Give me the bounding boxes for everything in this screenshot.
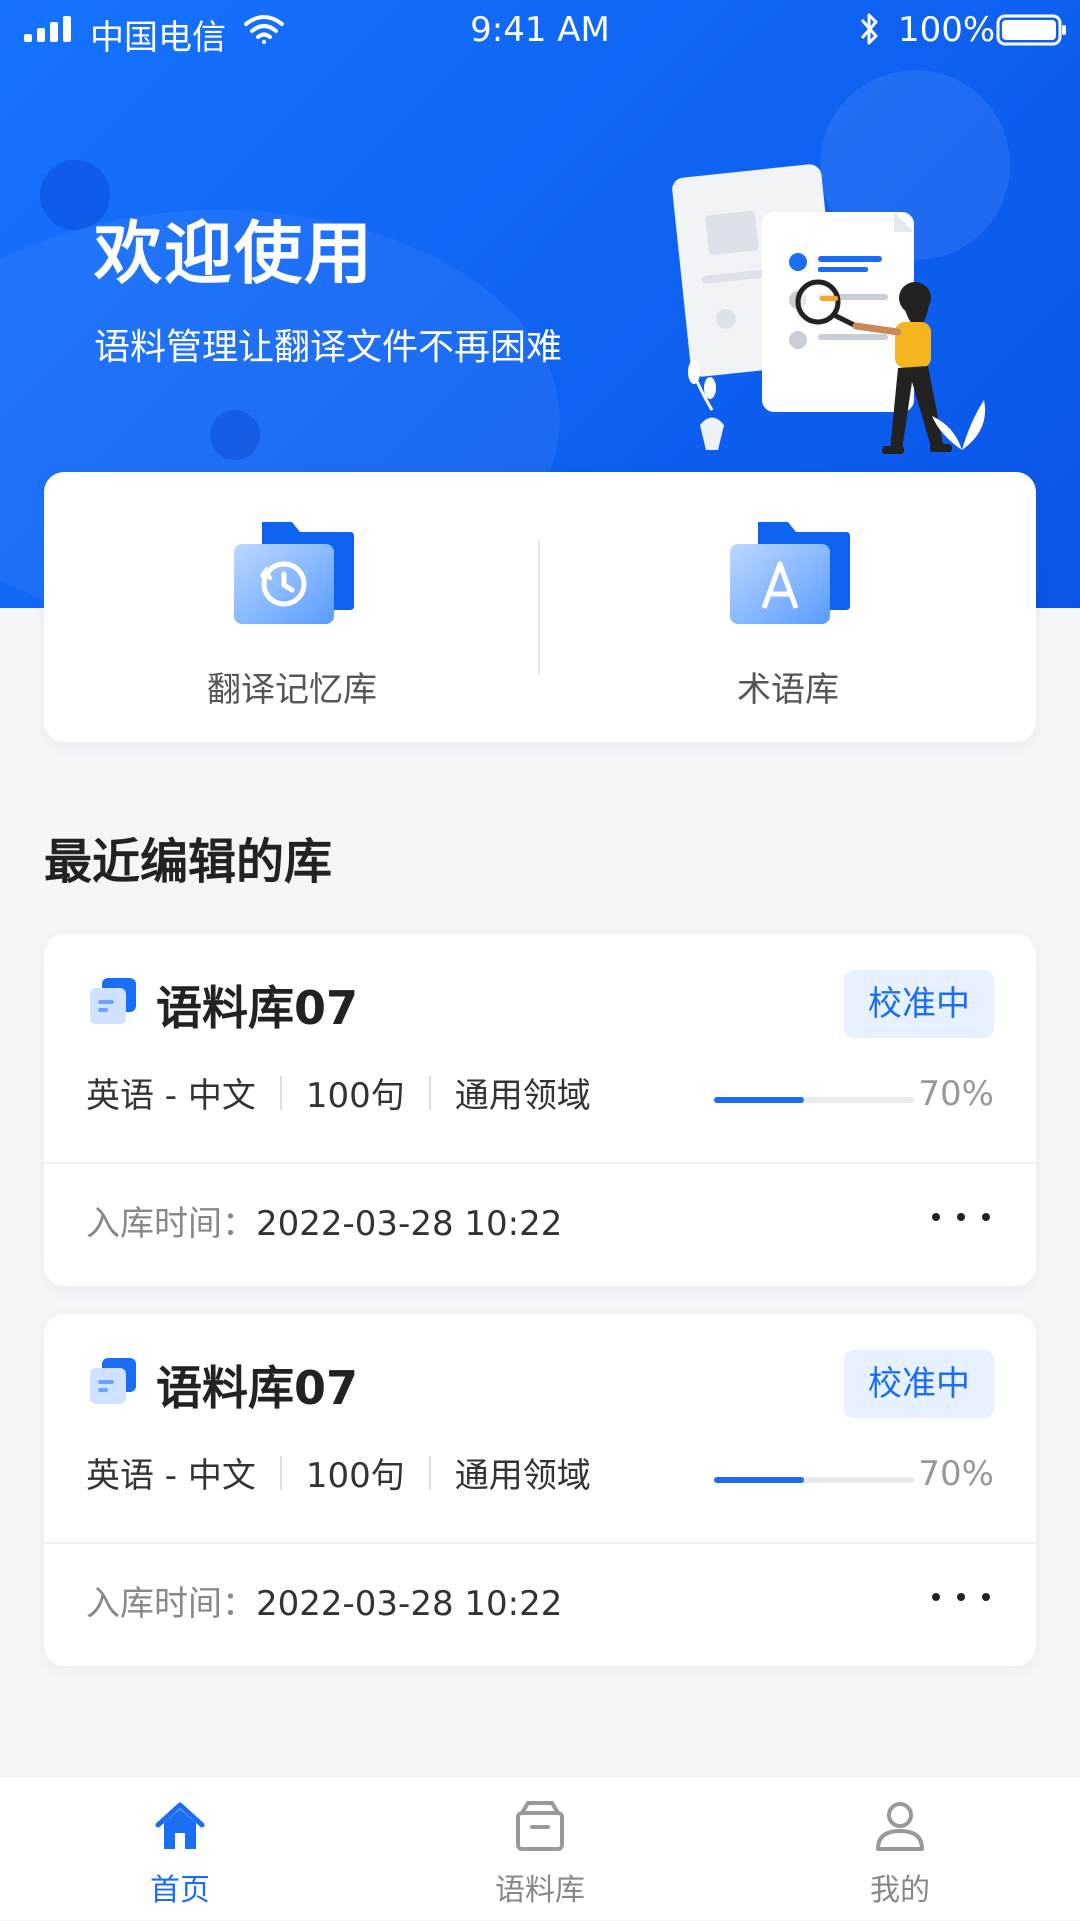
import-time: 入库时间：2022-03-28 10:22 [86, 1576, 562, 1625]
domain-label: 通用领域 [454, 1456, 591, 1496]
tab-home[interactable]: 首页 [0, 1777, 360, 1921]
tab-profile[interactable]: 我的 [720, 1777, 1080, 1921]
import-time-label: 入库时间： [86, 1584, 256, 1624]
quick-entry-card: 翻译记忆库 术语库 [44, 472, 1036, 742]
bottom-tab-bar: 首页 语料库 我的 [0, 1776, 1080, 1920]
library-icon [90, 1358, 136, 1404]
tab-home-label: 首页 [150, 1873, 210, 1908]
document-search-illustration [672, 164, 986, 454]
card-divider [44, 1542, 1036, 1544]
letter-a-folder-icon [730, 522, 850, 624]
tab-corpus-label: 语料库 [495, 1873, 585, 1908]
library-meta: 英语 - 中文 100句 通用领域 [86, 1448, 591, 1497]
language-pair: 英语 - 中文 [86, 1076, 256, 1116]
sentence-count: 100句 [305, 1456, 405, 1496]
library-name: 语料库07 [156, 1361, 359, 1415]
status-bar: 中国电信 9:41 AM 100% [0, 0, 1080, 60]
terminology-entry[interactable]: 术语库 [540, 472, 1036, 742]
progress-bar [714, 1097, 914, 1103]
banner-decoration [210, 410, 260, 460]
library-card[interactable]: 语料库07 校准中 英语 - 中文 100句 通用领域 70% 入库时间：202… [44, 934, 1036, 1286]
card-divider [44, 1162, 1036, 1164]
language-pair: 英语 - 中文 [86, 1456, 256, 1496]
terminology-label: 术语库 [737, 670, 839, 710]
more-icon[interactable] [926, 1202, 996, 1232]
library-icon [90, 978, 136, 1024]
meta-separator [428, 1075, 431, 1110]
progress-text: 70% [918, 1074, 994, 1114]
page-subtitle: 语料管理让翻译文件不再困难 [94, 327, 563, 368]
library-name: 语料库07 [156, 981, 359, 1035]
translation-memory-entry[interactable]: 翻译记忆库 [44, 472, 540, 742]
meta-separator [279, 1075, 282, 1110]
translation-memory-label: 翻译记忆库 [207, 670, 377, 710]
more-icon[interactable] [926, 1582, 996, 1612]
progress-text: 70% [918, 1454, 994, 1494]
progress-fill [714, 1477, 804, 1483]
progress-bar [714, 1477, 914, 1483]
import-time-label: 入库时间： [86, 1204, 256, 1244]
home-icon [155, 1802, 205, 1849]
box-icon [516, 1801, 564, 1851]
library-meta: 英语 - 中文 100句 通用领域 [86, 1068, 591, 1117]
history-folder-icon [234, 522, 354, 624]
tab-corpus[interactable]: 语料库 [360, 1777, 720, 1921]
import-time-value: 2022-03-28 10:22 [256, 1584, 563, 1624]
page-title: 欢迎使用 [94, 215, 375, 294]
library-card[interactable]: 语料库07 校准中 英语 - 中文 100句 通用领域 70% 入库时间：202… [44, 1314, 1036, 1666]
domain-label: 通用领域 [454, 1076, 591, 1116]
status-badge: 校准中 [844, 970, 994, 1038]
section-title: 最近编辑的库 [44, 834, 333, 890]
meta-separator [428, 1455, 431, 1490]
import-time-value: 2022-03-28 10:22 [256, 1204, 563, 1244]
sentence-count: 100句 [305, 1076, 405, 1116]
battery-icon [996, 14, 1066, 46]
status-badge: 校准中 [844, 1350, 994, 1418]
bluetooth-icon [860, 13, 878, 45]
user-icon [876, 1802, 924, 1851]
meta-separator [279, 1455, 282, 1490]
import-time: 入库时间：2022-03-28 10:22 [86, 1196, 562, 1245]
battery-percent: 100% [898, 10, 996, 50]
progress-fill [714, 1097, 804, 1103]
tab-profile-label: 我的 [870, 1873, 930, 1908]
